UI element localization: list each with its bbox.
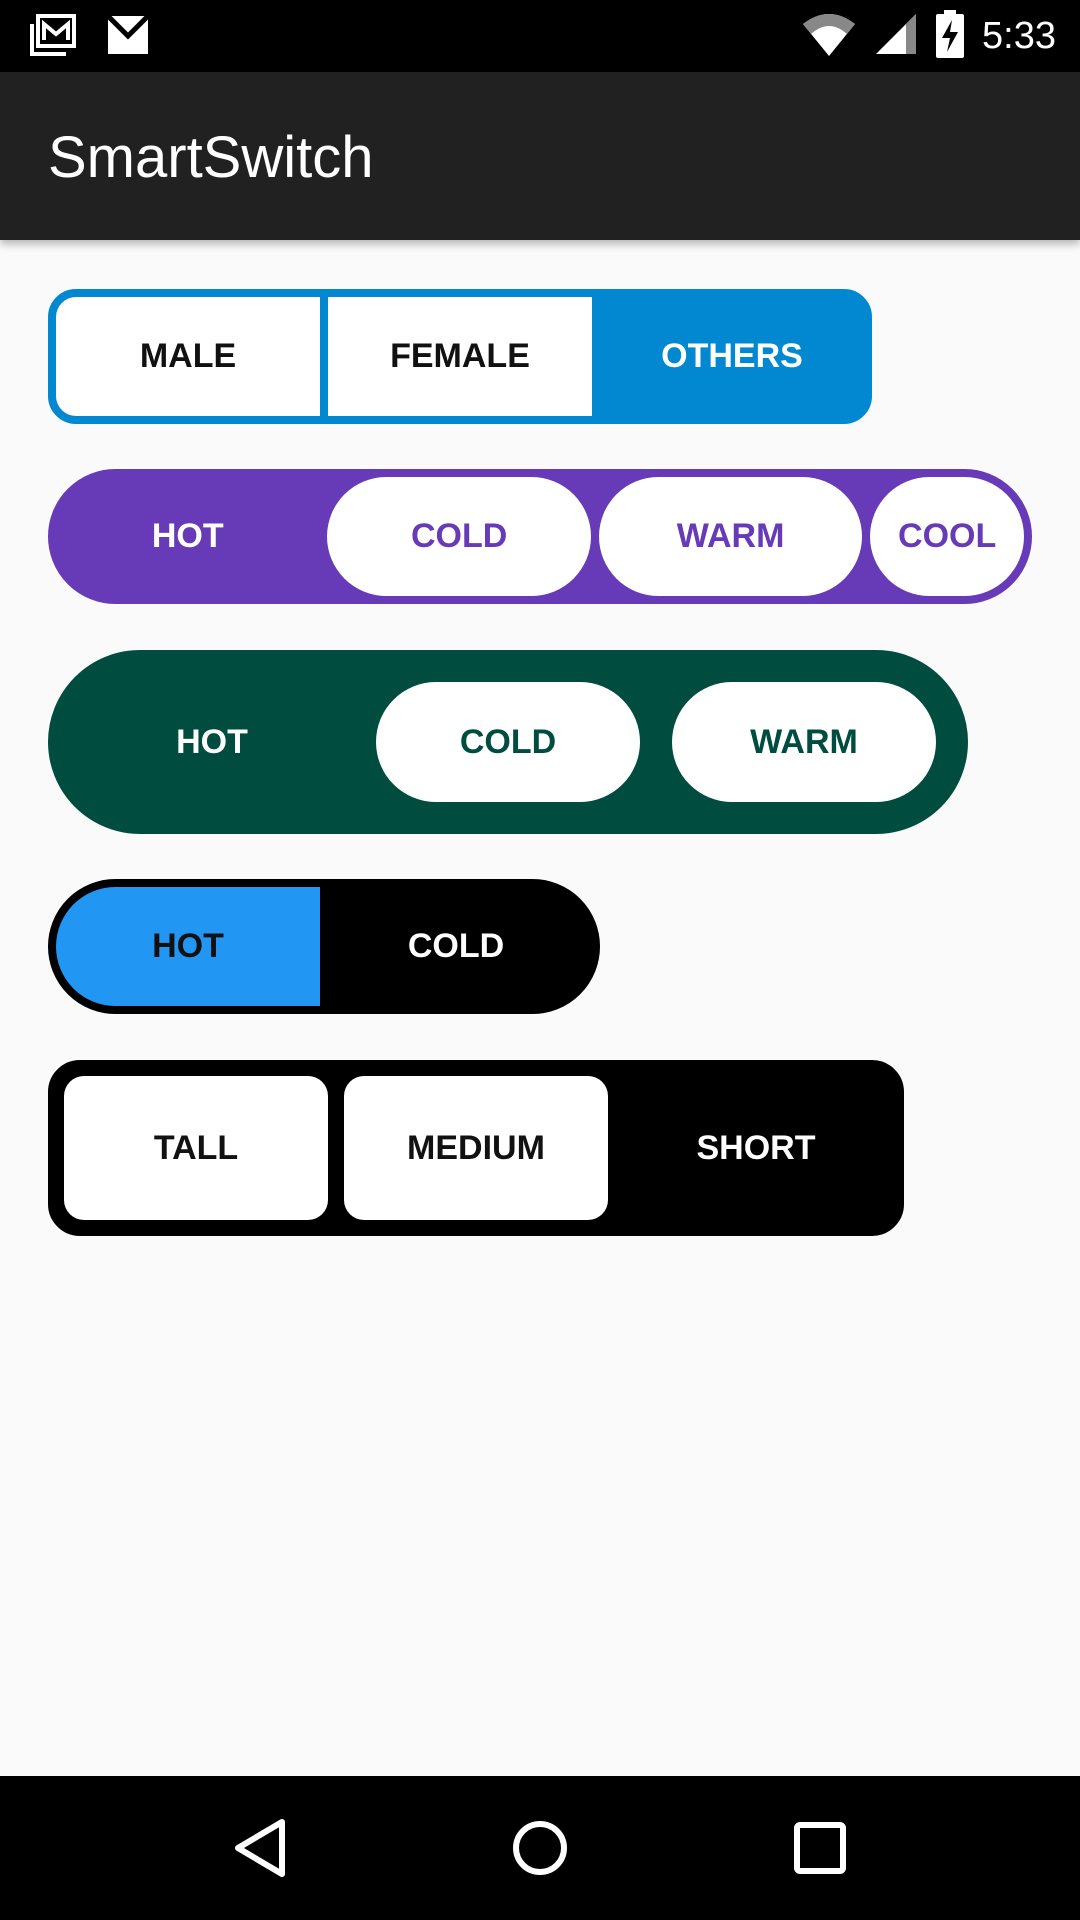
switch-option-tall[interactable]: TALL — [64, 1076, 328, 1220]
switch-option-male[interactable]: MALE — [56, 297, 320, 416]
gender-switch: MALE FEMALE OTHERS — [48, 289, 872, 424]
height-switch: TALL MEDIUM SHORT — [48, 1060, 904, 1236]
hot-cold-switch: HOT COLD — [48, 879, 600, 1014]
clock: 5:33 — [982, 14, 1056, 57]
home-icon[interactable] — [500, 1808, 580, 1888]
switch-option-others[interactable]: OTHERS — [600, 297, 864, 416]
switch-option-short[interactable]: SHORT — [624, 1076, 888, 1220]
switch-option-hot[interactable]: HOT — [56, 477, 320, 596]
switch-option-female[interactable]: FEMALE — [328, 297, 592, 416]
app-title: SmartSwitch — [48, 125, 374, 190]
signal-icon — [874, 12, 918, 61]
switch-option-warm[interactable]: WARM — [598, 477, 863, 596]
gmail-icon — [106, 14, 150, 61]
recents-icon[interactable] — [780, 1808, 860, 1888]
switch-option-cold[interactable]: COLD — [320, 887, 592, 1006]
navigation-bar — [0, 1776, 1080, 1920]
switch-option-warm[interactable]: WARM — [672, 682, 936, 802]
battery-charging-icon — [936, 9, 965, 63]
status-bar: 5:33 — [0, 0, 1080, 72]
switch-option-cold[interactable]: COLD — [376, 682, 640, 802]
wifi-icon — [802, 12, 856, 61]
gallery-mail-icon — [30, 14, 76, 61]
switch-option-medium[interactable]: MEDIUM — [344, 1076, 608, 1220]
temperature-switch-purple: HOT COLD WARM COOL — [48, 469, 1032, 604]
switch-option-hot[interactable]: HOT — [56, 887, 320, 1006]
app-bar: SmartSwitch — [0, 72, 1080, 240]
switch-option-cool[interactable]: COOL — [870, 477, 1024, 596]
switch-option-hot[interactable]: HOT — [80, 682, 344, 802]
switch-option-cold[interactable]: COLD — [327, 477, 591, 596]
temperature-switch-green: HOT COLD WARM — [48, 650, 968, 834]
back-icon[interactable] — [220, 1808, 300, 1888]
